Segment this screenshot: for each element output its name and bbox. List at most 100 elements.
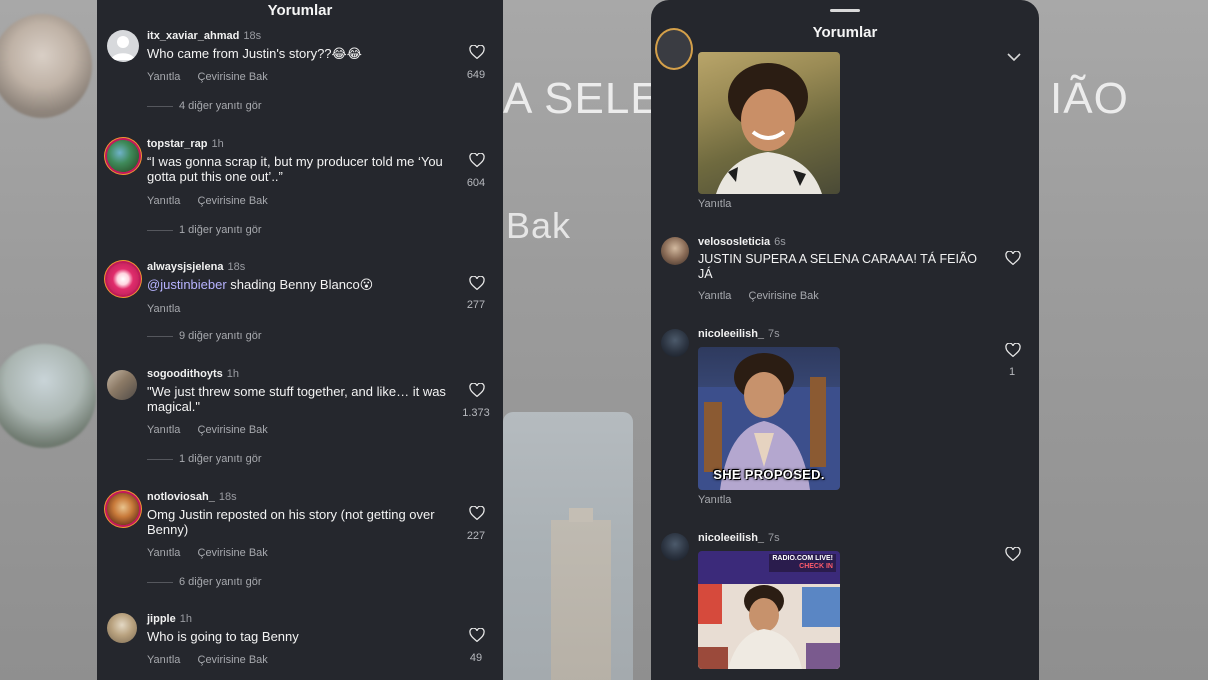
- photo-avatar[interactable]: [107, 370, 137, 400]
- replies-divider-line: [147, 335, 173, 337]
- comment-time: 7s: [768, 532, 780, 544]
- heart-icon[interactable]: [467, 153, 487, 167]
- comment-username[interactable]: notloviosah_ 18s: [147, 491, 237, 503]
- heart-icon[interactable]: [467, 628, 487, 642]
- gif-caption: SHE PROPOSED.: [713, 467, 825, 482]
- reply-button[interactable]: Yanıtla: [147, 195, 180, 207]
- comment-time: 18s: [227, 261, 246, 273]
- sheet-drag-handle[interactable]: [830, 9, 860, 12]
- background-profile-photo: [0, 14, 92, 118]
- default-avatar-icon[interactable]: [107, 30, 139, 62]
- background-video-frame: [503, 412, 633, 680]
- comment-actions: Yanıtla Çevirisine Bak: [147, 654, 282, 666]
- comments-title: Yorumlar: [812, 24, 878, 41]
- reply-button[interactable]: Yanıtla: [698, 198, 731, 210]
- comment-time: 6s: [774, 236, 786, 248]
- gif-image[interactable]: [698, 52, 840, 194]
- view-replies-button[interactable]: 9 diğer yanıtı gör: [147, 330, 262, 342]
- comment-actions: Yanıtla Çevirisine Bak: [147, 547, 282, 559]
- view-replies-button[interactable]: 6 diğer yanıtı gör: [147, 576, 262, 588]
- background-tower-shape: [551, 508, 611, 680]
- see-translation-button[interactable]: Çevirisine Bak: [198, 71, 268, 83]
- heart-icon[interactable]: [467, 45, 487, 59]
- comment-username[interactable]: sogoodithoyts 1h: [147, 368, 239, 380]
- see-translation-button[interactable]: Çevirisine Bak: [198, 547, 268, 559]
- comment-text: Who is going to tag Benny: [147, 629, 299, 644]
- replies-divider-line: [147, 581, 173, 583]
- heart-icon[interactable]: [1003, 547, 1023, 561]
- comment-text: Who came from Justin's story??😂😂: [147, 46, 362, 61]
- reply-button[interactable]: Yanıtla: [698, 494, 731, 506]
- comment-username[interactable]: nicoleeilish_ 7s: [698, 532, 780, 544]
- replies-divider-line: [147, 105, 173, 107]
- story-ring-avatar[interactable]: [107, 493, 139, 525]
- heart-icon[interactable]: [1003, 343, 1023, 357]
- reply-button[interactable]: Yanıtla: [147, 303, 180, 315]
- story-ring-avatar[interactable]: [657, 30, 691, 68]
- photo-avatar[interactable]: [107, 613, 137, 643]
- mention-link[interactable]: @justinbieber: [147, 277, 227, 292]
- like-count: 227: [466, 530, 486, 542]
- comment-username[interactable]: alwaysjsjelena 18s: [147, 261, 245, 273]
- gif-illustration: [716, 63, 822, 194]
- like-count: 1.373: [462, 407, 490, 419]
- like-count: 1: [1008, 366, 1016, 378]
- photo-avatar[interactable]: [661, 329, 689, 357]
- reply-button[interactable]: Yanıtla: [147, 71, 180, 83]
- view-replies-button[interactable]: 4 diğer yanıtı gör: [147, 100, 262, 112]
- view-replies-button[interactable]: 1 diğer yanıtı gör: [147, 453, 262, 465]
- heart-icon[interactable]: [467, 383, 487, 397]
- comment-time: 7s: [768, 328, 780, 340]
- gif-badge: RADIO.COM LIVE! CHECK IN: [769, 554, 836, 572]
- reply-button[interactable]: Yanıtla: [147, 654, 180, 666]
- heart-icon[interactable]: [467, 506, 487, 520]
- story-ring-avatar[interactable]: [107, 263, 139, 295]
- background-caption-text: Bak: [506, 205, 572, 246]
- story-ring-avatar[interactable]: [107, 140, 139, 172]
- like-count: 604: [466, 177, 486, 189]
- see-translation-button[interactable]: Çevirisine Bak: [198, 195, 268, 207]
- reply-button[interactable]: Yanıtla: [698, 290, 731, 302]
- see-translation-button[interactable]: Çevirisine Bak: [749, 290, 819, 302]
- comment-username[interactable]: nicoleeilish_ 7s: [698, 328, 780, 340]
- chevron-down-icon[interactable]: [1007, 50, 1021, 64]
- comments-title: Yorumlar: [267, 2, 333, 19]
- comment-time: 18s: [243, 30, 262, 42]
- background-profile-photo: [0, 344, 96, 448]
- comment-username[interactable]: velososleticia 6s: [698, 236, 786, 248]
- comment-text: @justinbieber shading Benny Blanco😮: [147, 277, 374, 292]
- comments-panel-left: Yorumlar itx_xaviar_ahmad 18s Who came fr…: [97, 0, 503, 680]
- comment-actions: Yanıtla: [698, 494, 745, 506]
- comment-username[interactable]: jipple 1h: [147, 613, 192, 625]
- comment-actions: Yanıtla Çevirisine Bak: [147, 195, 282, 207]
- comment-text: JUSTIN SUPERA A SELENA CARAAA! TÁ FEIÃO …: [698, 252, 978, 281]
- comments-panel-right: Yorumlar Yanıtla velososleticia 6s JUSTIN…: [651, 0, 1039, 680]
- gif-image[interactable]: RADIO.COM LIVE! CHECK IN: [698, 551, 840, 669]
- replies-divider-line: [147, 458, 173, 460]
- view-replies-button[interactable]: 1 diğer yanıtı gör: [147, 224, 262, 236]
- comment-time: 1h: [226, 368, 240, 380]
- like-count: 649: [466, 69, 486, 81]
- like-count: 277: [466, 299, 486, 311]
- see-translation-button[interactable]: Çevirisine Bak: [198, 424, 268, 436]
- comment-time: 18s: [218, 491, 237, 503]
- comment-actions: Yanıtla Çevirisine Bak: [147, 71, 282, 83]
- comment-actions: Yanıtla Çevirisine Bak: [698, 290, 833, 302]
- comment-time: 1h: [211, 138, 224, 150]
- heart-icon[interactable]: [1003, 251, 1023, 265]
- comment-text: "We just threw some stuff together, and …: [147, 384, 446, 414]
- comment-actions: Yanıtla: [698, 198, 745, 210]
- replies-divider-line: [147, 229, 173, 231]
- background-caption-text: IÃO: [1050, 74, 1129, 123]
- heart-icon[interactable]: [467, 276, 487, 290]
- reply-button[interactable]: Yanıtla: [147, 547, 180, 559]
- reply-button[interactable]: Yanıtla: [147, 424, 180, 436]
- photo-avatar[interactable]: [661, 237, 689, 265]
- gif-image[interactable]: SHE PROPOSED.: [698, 347, 840, 490]
- comment-username[interactable]: itx_xaviar_ahmad 18s: [147, 30, 261, 42]
- like-count: 49: [469, 652, 483, 664]
- comment-time: 1h: [179, 613, 192, 625]
- see-translation-button[interactable]: Çevirisine Bak: [198, 654, 268, 666]
- photo-avatar[interactable]: [661, 533, 689, 561]
- comment-username[interactable]: topstar_rap 1h: [147, 138, 224, 150]
